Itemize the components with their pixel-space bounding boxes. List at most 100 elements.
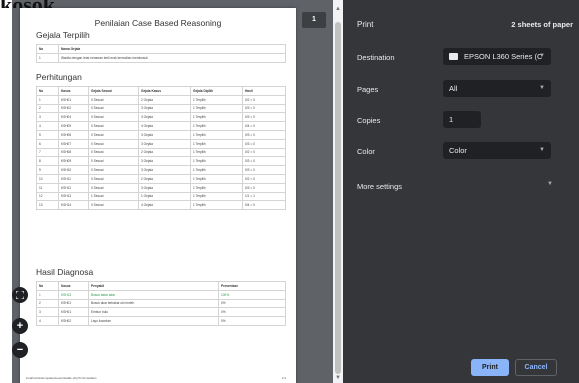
gejala-header-cell: Nama Gejala xyxy=(58,44,286,54)
table-cell: 0/3 = 0 xyxy=(242,138,286,149)
table-cell: 0/2 = 0 xyxy=(242,94,286,105)
table-cell: 0/4 = 0 xyxy=(242,121,286,131)
scroll-down-arrow-icon[interactable]: ▼ xyxy=(335,375,341,381)
table-cell: 6 xyxy=(36,138,59,149)
table-cell: 1 Terpilih xyxy=(190,147,243,158)
table-cell: 0/3 = 0 xyxy=(242,165,286,175)
perhitungan-header-cell: No xyxy=(36,86,59,96)
chevron-down-icon: ▼ xyxy=(539,85,545,91)
perhitungan-header-cell: Gejala Dipilih xyxy=(190,86,243,96)
table-row: 9 KSH10 0 Sesuai 3 Gejala 1 Terpilih 0/3 = 0 xyxy=(36,165,286,175)
table-row: 1 KSH01 0 Sesuai 2 Gejala 1 Terpilih 0/2 = 0 xyxy=(36,94,286,105)
perhitungan-header-cell: Gejala Kasus xyxy=(138,86,191,96)
sheet-count: 2 sheets of paper xyxy=(511,20,573,29)
table-cell: 0% xyxy=(218,316,286,326)
gejala-table: No Nama Gejala 1 Wanita dengan letar neram… xyxy=(36,44,286,63)
more-settings-toggle[interactable]: More settings xyxy=(357,182,402,191)
gejala-header-row: No Nama Gejala xyxy=(36,44,286,54)
chevron-down-icon[interactable]: ▼ xyxy=(547,181,553,187)
table-row: 4 KSH09 0 Sesuai 4 Gejala 1 Terpilih 0/4 = 0 xyxy=(36,121,286,131)
preview-page: Penilaian Case Based Reasoning Gejala Te… xyxy=(20,8,296,383)
table-cell: Layu fusarium xyxy=(88,316,219,326)
table-cell: KSH11 xyxy=(58,173,89,184)
table-cell: 1 xyxy=(36,52,59,63)
zoom-in-icon[interactable]: + xyxy=(12,318,28,334)
table-cell: 1 Terpilih xyxy=(190,138,243,149)
preview-left-strip xyxy=(0,0,12,383)
table-cell: 0/3 = 0 xyxy=(242,156,286,167)
scroll-thumb[interactable] xyxy=(335,22,341,374)
table-cell: 3 Gejala xyxy=(138,182,191,193)
table-cell: 0/3 = 0 xyxy=(242,112,286,123)
table-cell: KSH02 xyxy=(58,103,89,114)
table-row: 1 KSH13 Busuk batar akar 100% xyxy=(36,289,286,300)
table-cell: 1 Terpilih xyxy=(190,129,243,140)
table-cell: 0 Sesuai xyxy=(88,138,139,149)
scroll-up-arrow-icon[interactable]: ▲ xyxy=(335,6,341,12)
table-cell: 3 Gejala xyxy=(138,138,191,149)
table-cell: 4 xyxy=(36,121,59,131)
print-panel-title: Print xyxy=(357,20,374,29)
table-cell: 9 xyxy=(36,165,59,175)
table-cell: 1 Terpilih xyxy=(190,182,243,193)
table-cell: KSH14 xyxy=(58,200,89,211)
print-button[interactable]: Print xyxy=(471,359,509,376)
copies-input[interactable]: 1 xyxy=(443,111,481,128)
table-row: 4 KSH02 Layu fusarium 0% xyxy=(36,316,286,326)
table-cell: 0/2 = 0 xyxy=(242,147,286,158)
table-cell: 11 xyxy=(36,182,59,193)
table-cell: KSH10 xyxy=(58,165,89,175)
table-row: 3 KSH04 0 Sesuai 3 Gejala 1 Terpilih 0/3 = 0 xyxy=(36,112,286,123)
table-cell: 100% xyxy=(218,289,286,300)
table-cell: 0 Sesuai xyxy=(88,165,139,175)
table-cell: 0/3 = 0 xyxy=(242,182,286,193)
zoom-out-icon[interactable]: − xyxy=(12,342,28,358)
table-cell: 10 xyxy=(36,173,59,184)
hasil-body: 1 KSH13 Busuk batar akar 100% 2 KSH01 Busuk ak… xyxy=(36,289,286,326)
table-row: 10 KSH11 0 Sesuai 2 Gejala 1 Terpilih 0/2 = 0 xyxy=(36,173,286,184)
table-cell: 0 Sesuai xyxy=(88,112,139,123)
destination-label: Destination xyxy=(357,53,395,62)
destination-select[interactable]: EPSON L360 Series (C ▼ xyxy=(443,48,551,65)
page-number-badge: 1 xyxy=(302,12,326,28)
preview-scrollbar[interactable]: ▲ ▼ xyxy=(333,0,343,383)
table-cell: Wanita dengan letar neraman teeli erak k… xyxy=(58,52,286,63)
perhitungan-header-row: No Kasus Gejala Sesuai Gejala Kasus Gejala D… xyxy=(36,86,286,96)
gejala-header-cell: No xyxy=(36,44,59,54)
print-preview-area: Penilaian Case Based Reasoning Gejala Te… xyxy=(0,0,333,383)
color-select[interactable]: Color ▼ xyxy=(443,142,551,159)
section-title-perhitungan: Perhitungan xyxy=(36,72,82,82)
hasil-header-cell: Kasus xyxy=(58,281,89,291)
gejala-body: 1 Wanita dengan letar neraman teeli erak … xyxy=(36,52,286,63)
color-value: Color xyxy=(449,146,467,155)
pages-value: All xyxy=(449,84,458,93)
chevron-down-icon: ▼ xyxy=(539,53,545,59)
table-cell: 1 Terpilih xyxy=(190,121,243,131)
table-row: 12 KSH13 1 Sesuai 1 Gejala 1 Terpilih 1/1 = 1 xyxy=(36,191,286,202)
table-cell: 1 Terpilih xyxy=(190,191,243,202)
table-cell: 1 Gejala xyxy=(138,191,191,202)
table-cell: KSH09 xyxy=(58,121,89,131)
table-cell: KSH07 xyxy=(58,138,89,149)
table-cell: 3 Gejala xyxy=(138,165,191,175)
hasil-table: No Kasus Penyakit Persentase 1 KSH13 Busuk ba… xyxy=(36,281,286,326)
table-cell: 4 Gejala xyxy=(138,200,191,211)
cancel-button[interactable]: Cancel xyxy=(515,359,557,376)
table-cell: 2 xyxy=(36,103,59,114)
fit-to-page-icon[interactable] xyxy=(12,287,28,303)
table-cell: KSH09 xyxy=(58,156,89,167)
table-cell: 3 Gejala xyxy=(138,129,191,140)
table-cell: Busuk batar akar xyxy=(88,289,219,300)
table-row: 2 KSH02 0 Sesuai 3 Gejala 1 Terpilih 0/3 = 0 xyxy=(36,103,286,114)
table-cell: 3 Gejala xyxy=(138,103,191,114)
table-cell: 3 xyxy=(36,307,59,318)
table-row: 1 Wanita dengan letar neraman teeli erak … xyxy=(36,52,286,63)
table-cell: 8 xyxy=(36,156,59,167)
table-cell: 5 xyxy=(36,129,59,140)
perhitungan-header-cell: Kasus xyxy=(58,86,89,96)
copies-value: 1 xyxy=(449,115,454,124)
pages-select[interactable]: All ▼ xyxy=(443,80,551,97)
table-cell: 0% xyxy=(218,298,286,309)
chevron-down-icon: ▼ xyxy=(539,147,545,153)
table-cell: 0 Sesuai xyxy=(88,121,139,131)
